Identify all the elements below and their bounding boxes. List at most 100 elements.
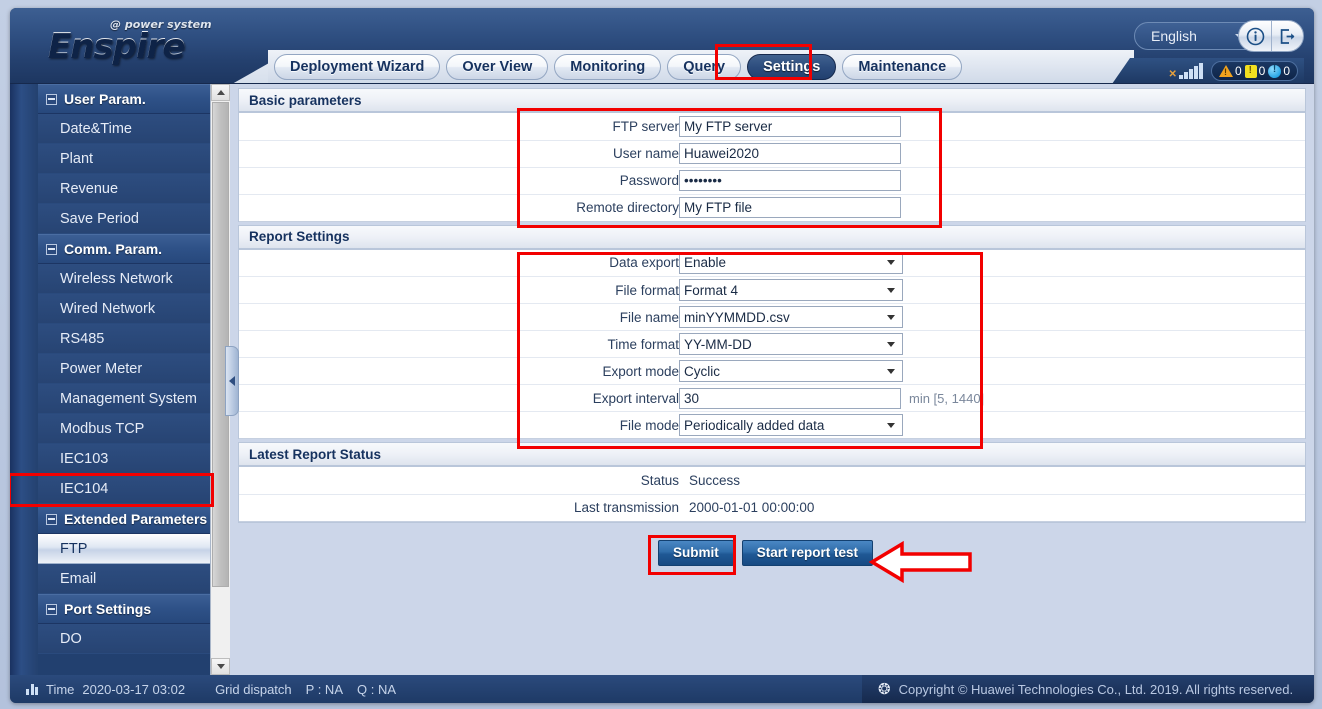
sidebar-item-modbus-tcp[interactable]: Modbus TCP — [38, 414, 210, 444]
collapse-minus-icon — [46, 513, 57, 525]
sidebar-group-label: User Param. — [64, 91, 146, 107]
sidebar-item-label: DO — [60, 630, 82, 647]
sidebar-group-user-param[interactable]: User Param. — [38, 84, 210, 114]
export-interval-input[interactable] — [679, 387, 901, 409]
sidebar-item-management-system[interactable]: Management System — [38, 384, 210, 414]
sidebar-item-label: FTP — [60, 540, 88, 557]
sidebar-collapse-handle[interactable] — [225, 346, 239, 416]
field-label-password: Password — [239, 167, 679, 195]
info-icon[interactable] — [1239, 21, 1271, 51]
sidebar-group-extended-parameters[interactable]: Extended Parameters — [38, 504, 210, 534]
section-header-report-settings: Report Settings — [238, 224, 1306, 249]
sidebar-group-label: Port Settings — [64, 601, 152, 617]
table-row: Remote directory — [239, 194, 1305, 222]
sidebar-item-label: IEC103 — [60, 450, 109, 467]
last-transmission-value: 2000-01-01 00:00:00 — [689, 500, 815, 515]
data-export-select[interactable]: Enable — [679, 251, 903, 274]
sidebar-item-email[interactable]: Email — [38, 564, 210, 594]
time-value: 2020-03-17 03:02 — [82, 681, 186, 697]
sidebar-item-date-time[interactable]: Date&Time — [38, 114, 210, 144]
sidebar-nav: User Param. Date&Time Plant Revenue Save… — [38, 84, 224, 675]
tab-settings[interactable]: Settings — [747, 54, 837, 80]
field-label-time-format: Time format — [239, 330, 679, 358]
table-row: Status Success — [239, 467, 1305, 495]
ftp-server-input[interactable] — [679, 115, 901, 137]
sidebar-edge — [10, 84, 38, 675]
sidebar-item-label: Date&Time — [60, 120, 132, 137]
tab-maintenance[interactable]: Maintenance — [842, 54, 963, 80]
sidebar-item-iec104[interactable]: IEC104 — [38, 474, 210, 504]
chevron-down-icon — [887, 341, 895, 347]
submit-button[interactable]: Submit — [658, 539, 734, 566]
sidebar-item-do[interactable]: DO — [38, 624, 210, 654]
minor-alarm[interactable]: 0 — [1244, 64, 1265, 78]
chevron-up-icon — [216, 90, 225, 95]
sidebar-item-label: Management System — [60, 390, 198, 407]
application-window: Enspire @ power system Deployment Wizard… — [0, 0, 1322, 709]
app-body: User Param. Date&Time Plant Revenue Save… — [10, 84, 1314, 675]
status-bar-right: ❂ Copyright © Huawei Technologies Co., L… — [862, 675, 1314, 703]
action-button-bar: Submit Start report test — [238, 522, 1306, 583]
reactive-power-value: Q : NA — [357, 681, 397, 697]
field-label-file-format: File format — [239, 276, 679, 304]
sidebar-group-comm-param[interactable]: Comm. Param. — [38, 234, 210, 264]
logout-icon[interactable] — [1271, 21, 1303, 51]
scroll-up-button[interactable] — [211, 84, 230, 101]
alarm-counters: 0 0 0 — [1210, 61, 1298, 81]
sidebar-item-iec103[interactable]: IEC103 — [38, 444, 210, 474]
sidebar-item-rs485[interactable]: RS485 — [38, 324, 210, 354]
status-bar-left: Time 2020-03-17 03:02 Grid dispatch P : … — [10, 682, 396, 697]
table-row: File name minYYMMDD.csv — [239, 303, 1305, 331]
tab-deployment-wizard[interactable]: Deployment Wizard — [274, 54, 441, 80]
start-report-test-button[interactable]: Start report test — [741, 539, 874, 566]
file-format-select[interactable]: Format 4 — [679, 279, 903, 301]
sidebar-group-label: Extended Parameters — [64, 511, 208, 527]
scrollbar-thumb[interactable] — [212, 102, 229, 587]
scroll-down-button[interactable] — [211, 658, 230, 675]
file-name-select[interactable]: minYYMMDD.csv — [679, 306, 903, 328]
field-label-remote-directory: Remote directory — [239, 194, 679, 222]
warning-square-icon — [1244, 64, 1257, 78]
chevron-down-icon — [887, 368, 895, 374]
export-interval-unit: min [5, 1440] — [909, 390, 985, 406]
collapse-minus-icon — [46, 243, 57, 255]
password-input[interactable] — [679, 170, 901, 191]
sidebar-item-wired-network[interactable]: Wired Network — [38, 294, 210, 324]
sidebar-item-power-meter[interactable]: Power Meter — [38, 354, 210, 384]
tab-query[interactable]: Query — [667, 54, 742, 80]
export-mode-value: Cyclic — [684, 363, 720, 379]
sidebar-group-port-settings[interactable]: Port Settings — [38, 594, 210, 624]
file-name-value: minYYMMDD.csv — [684, 309, 790, 325]
user-name-input[interactable] — [679, 143, 901, 164]
export-mode-select[interactable]: Cyclic — [679, 360, 903, 382]
panel-report-settings: Data export Enable File format Format 4 … — [238, 248, 1306, 439]
sidebar-item-revenue[interactable]: Revenue — [38, 174, 210, 204]
table-row: Password — [239, 167, 1305, 195]
section-header-latest-report-status: Latest Report Status — [238, 442, 1306, 466]
remote-directory-input[interactable] — [679, 197, 901, 218]
sidebar-item-plant[interactable]: Plant — [38, 144, 210, 174]
field-label-status: Status — [239, 467, 679, 495]
info-alarm[interactable]: 0 — [1268, 64, 1290, 78]
file-format-value: Format 4 — [684, 282, 739, 298]
tab-over-view[interactable]: Over View — [446, 54, 549, 80]
signal-bars-icon: ✕ — [1169, 63, 1203, 80]
time-format-select[interactable]: YY-MM-DD — [679, 333, 903, 355]
file-mode-value: Periodically added data — [684, 417, 825, 433]
chevron-down-icon — [887, 287, 895, 293]
sidebar-item-save-period[interactable]: Save Period — [38, 204, 210, 234]
main-content: Basic parameters FTP server User name — [230, 84, 1314, 675]
sidebar-item-ftp[interactable]: FTP — [38, 534, 224, 564]
file-mode-select[interactable]: Periodically added data — [679, 414, 903, 436]
table-row: User name — [239, 140, 1305, 168]
sidebar-item-wireless-network[interactable]: Wireless Network — [38, 264, 210, 294]
status-indicators: ✕ 0 0 — [1112, 58, 1304, 84]
chevron-down-icon — [887, 422, 895, 428]
status-bar: Time 2020-03-17 03:02 Grid dispatch P : … — [10, 675, 1314, 703]
report-settings-table: Data export Enable File format Format 4 … — [239, 249, 1305, 439]
tab-monitoring[interactable]: Monitoring — [554, 54, 662, 80]
time-format-value: YY-MM-DD — [684, 336, 752, 352]
major-alarm[interactable]: 0 — [1218, 64, 1242, 78]
time-label: Time — [46, 681, 75, 697]
brand-name: Enspire — [48, 26, 185, 66]
